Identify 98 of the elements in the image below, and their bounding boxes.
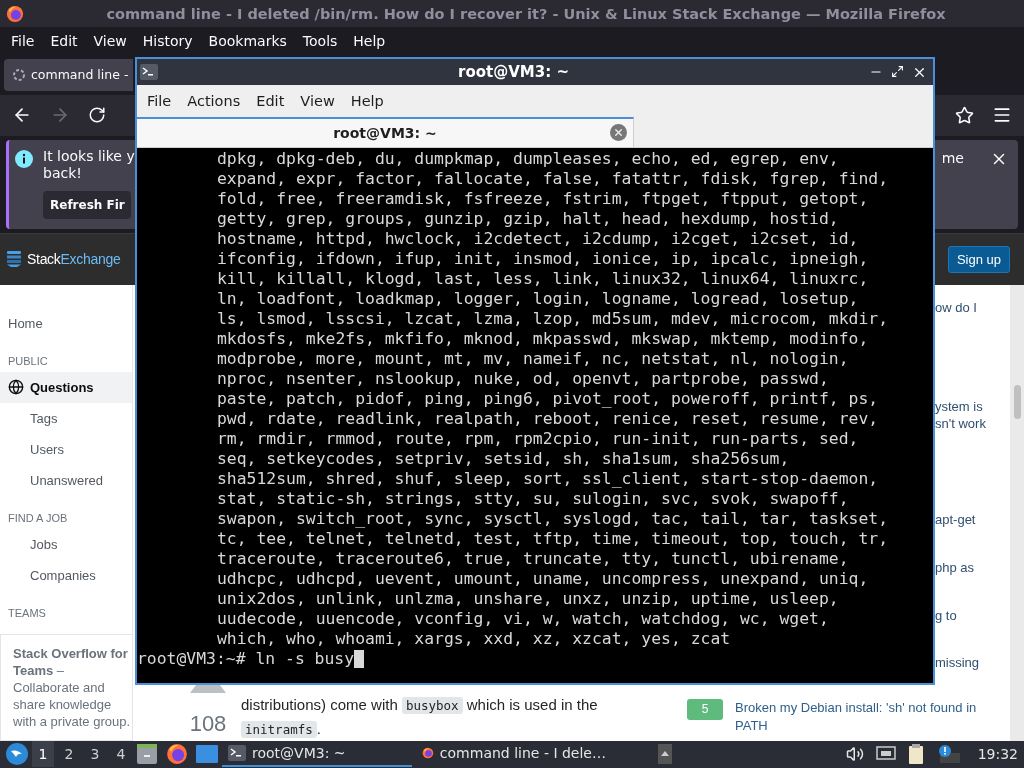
related-question-link[interactable]: php as [935, 558, 1010, 576]
nav-heading: PUBLIC [7, 353, 49, 369]
menu-item[interactable]: Bookmarks [200, 32, 295, 49]
maximize-icon[interactable] [891, 64, 904, 78]
workspace-button[interactable]: 2 [58, 741, 80, 768]
related-question-link[interactable]: missing [935, 653, 1010, 671]
menu-item[interactable]: View [292, 93, 343, 109]
menu-item[interactable]: Help [345, 32, 394, 49]
nav-link[interactable]: Users [0, 433, 132, 465]
text-cursor [354, 650, 365, 668]
notification-text: back! [43, 164, 83, 182]
terminal-line: fold, free, freeramdisk, fsfreeze, fstrim, ftpget, ftpput, getopt, [216, 189, 870, 209]
terminal-line: rm, rmdir, rmmod, route, rpm, rpm2cpio, run-init, run-parts, sed, [216, 429, 860, 449]
terminal-line: which, who, whoami, xargs, xxd, xz, xzcat, yes, zcat [216, 629, 732, 649]
close-tab-icon[interactable] [610, 124, 627, 141]
menu-item[interactable]: Edit [248, 93, 293, 109]
nav-heading: FIND A JOB [7, 510, 69, 526]
nav-link[interactable]: Unanswered [0, 464, 132, 496]
menu-item[interactable]: View [85, 32, 135, 49]
browser-tab[interactable]: command line - [4, 58, 133, 91]
menu-item[interactable]: File [139, 93, 180, 109]
scrollbar[interactable] [1010, 284, 1024, 741]
nav-link[interactable]: Home [0, 307, 132, 339]
taskbar-task[interactable]: command line - I dele… [416, 741, 606, 768]
terminal-icon [228, 745, 246, 762]
terminal-line: paste, patch, pidof, ping, ping6, pivot_root, poweroff, printf, ps, [216, 389, 880, 409]
answer-score: 5 [687, 698, 723, 720]
terminal-line: swapon, switch_root, sync, sysctl, syslogd, tac, tail, tar, taskset, [216, 509, 890, 529]
terminal-line: getty, grep, groups, gunzip, gzip, halt, head, hexdump, hostid, [216, 209, 840, 229]
terminal-line: nproc, nsenter, nslookup, nuke, od, openvt, partprobe, passwd, [216, 369, 830, 389]
menu-item[interactable]: Edit [42, 32, 86, 49]
related-question-link[interactable]: sn't work [935, 414, 1010, 432]
terminal-line: udhcpc, udhcpd, uevent, umount, uname, uncompress, unexpand, uniq, [216, 569, 870, 589]
vote-count: 108 [189, 710, 227, 737]
related-question-link[interactable]: ystem is [935, 397, 1010, 415]
terminal-line: pwd, rdate, readlink, realpath, reboot, renice, reset, resume, rev, [216, 409, 880, 429]
workspace-button[interactable]: 4 [110, 741, 132, 768]
notification-text: me [941, 149, 964, 168]
taskbar-task[interactable]: root@VM3: ~ [222, 741, 412, 768]
menu-item[interactable]: History [134, 32, 201, 49]
answer-text: distributions) come with busybox which is used in the initramfs . [241, 694, 599, 740]
related-question-link[interactable]: ow do I [935, 298, 1010, 316]
window-title: root@VM3: ~ [457, 63, 570, 81]
file-cabinet-icon[interactable] [136, 744, 158, 765]
start-menu-icon[interactable] [6, 743, 28, 766]
notification-text: It looks like y [43, 147, 135, 165]
menu-item[interactable]: Actions [179, 93, 249, 109]
globe-icon [8, 379, 24, 396]
terminal-line: kill, killall, klogd, last, less, link, linux32, linux64, linuxrc, [216, 269, 870, 289]
desktop-icon[interactable] [196, 745, 218, 764]
terminal-line: mkdosfs, mke2fs, mkfifo, mknod, mkpasswd, mkswap, mktemp, modinfo, [216, 329, 870, 349]
terminal-tab[interactable]: root@VM3: ~ [137, 117, 634, 147]
terminal-line: sha512sum, shred, shuf, sleep, sort, ssl_client, start-stop-daemon, [216, 469, 880, 489]
terminal-line: stat, static-sh, strings, stty, su, sulogin, svc, svok, swapoff, [216, 489, 850, 509]
bookmark-star-icon[interactable] [955, 105, 974, 125]
terminal-line: modprobe, more, mount, mt, mv, nameif, nc, netstat, nl, nologin, [216, 349, 850, 369]
nav-link[interactable]: Companies [0, 559, 132, 591]
network-icon[interactable] [875, 746, 896, 763]
volume-icon[interactable] [845, 745, 864, 764]
window-title: command line - I deleted /bin/rm. How do I recover it? - Unix & Linux Stack Exchange — Mozilla Firefox [105, 5, 947, 22]
firefox-icon [6, 4, 24, 23]
notification-icon[interactable] [937, 744, 960, 765]
site-icon [13, 68, 25, 81]
terminal-prompt: root@VM3:~# ln -s busy [137, 649, 355, 669]
terminal-line: dpkg, dpkg-deb, du, dumpkmap, dumpleases, echo, ed, egrep, env, [216, 149, 840, 169]
clipboard-icon[interactable] [907, 744, 926, 765]
terminal-line: hostname, httpd, hwclock, i2cdetect, i2cdump, i2cget, i2cset, id, [216, 229, 860, 249]
reload-icon[interactable] [88, 106, 106, 125]
terminal-line: uudecode, uuencode, vconfig, vi, w, watch, watchdog, wc, wget, [216, 609, 830, 629]
refresh-button[interactable]: Refresh Fir [43, 190, 131, 219]
clock: 19:32 [977, 746, 1018, 763]
related-question-link[interactable]: g to [935, 606, 1010, 624]
menu-item[interactable]: Help [342, 93, 392, 109]
nav-heading: TEAMS [7, 605, 47, 621]
terminal-line: tc, tee, telnet, telnetd, test, tftp, time, timeout, top, touch, tr, [216, 529, 890, 549]
terminal-icon [140, 64, 158, 80]
workspace-button[interactable]: 1 [32, 741, 54, 768]
terminal-line: ln, loadfont, loadkmap, logger, login, logname, logread, losetup, [216, 289, 860, 309]
teams-promo: Stack Overflow for Teams – Collaborate and share knowledge with a private group. [0, 633, 132, 741]
nav-link[interactable]: Questions [0, 371, 132, 403]
nav-link[interactable]: Jobs [0, 528, 132, 560]
terminal-line: ifconfig, ifdown, ifup, init, insmod, ionice, ip, ipcalc, ipneigh, [216, 249, 870, 269]
workspace-button[interactable]: 3 [84, 741, 106, 768]
menu-item[interactable]: Tools [294, 32, 346, 49]
info-icon [15, 149, 33, 168]
related-question-link[interactable]: Broken my Debian install: 'sh' not found in PATH [735, 698, 995, 741]
terminal-line: traceroute, traceroute6, true, truncate, tty, tunctl, ubirename, [216, 549, 850, 569]
related-question-link[interactable]: apt-get [935, 510, 1010, 528]
menu-item[interactable]: File [3, 32, 43, 49]
terminal-line: seq, setkeycodes, setpriv, setsid, sh, sha1sum, sha256sum, [216, 449, 791, 469]
nav-link[interactable]: Tags [0, 402, 132, 434]
terminal-line: unix2dos, unlink, unlzma, unshare, unxz, unzip, uptime, usleep, [216, 589, 840, 609]
terminal-line: ls, lsmod, lsscsi, lzcat, lzma, lzop, md5sum, mdev, microcom, mkdir, [216, 309, 890, 329]
terminal-line: expand, expr, factor, fallocate, false, fatattr, fdisk, fgrep, find, [216, 169, 890, 189]
sign-up-button[interactable]: Sign up [947, 245, 1010, 273]
site-logo[interactable]: StackExchange [27, 251, 121, 268]
firefox-icon [166, 743, 188, 766]
logo-icon [7, 251, 21, 268]
